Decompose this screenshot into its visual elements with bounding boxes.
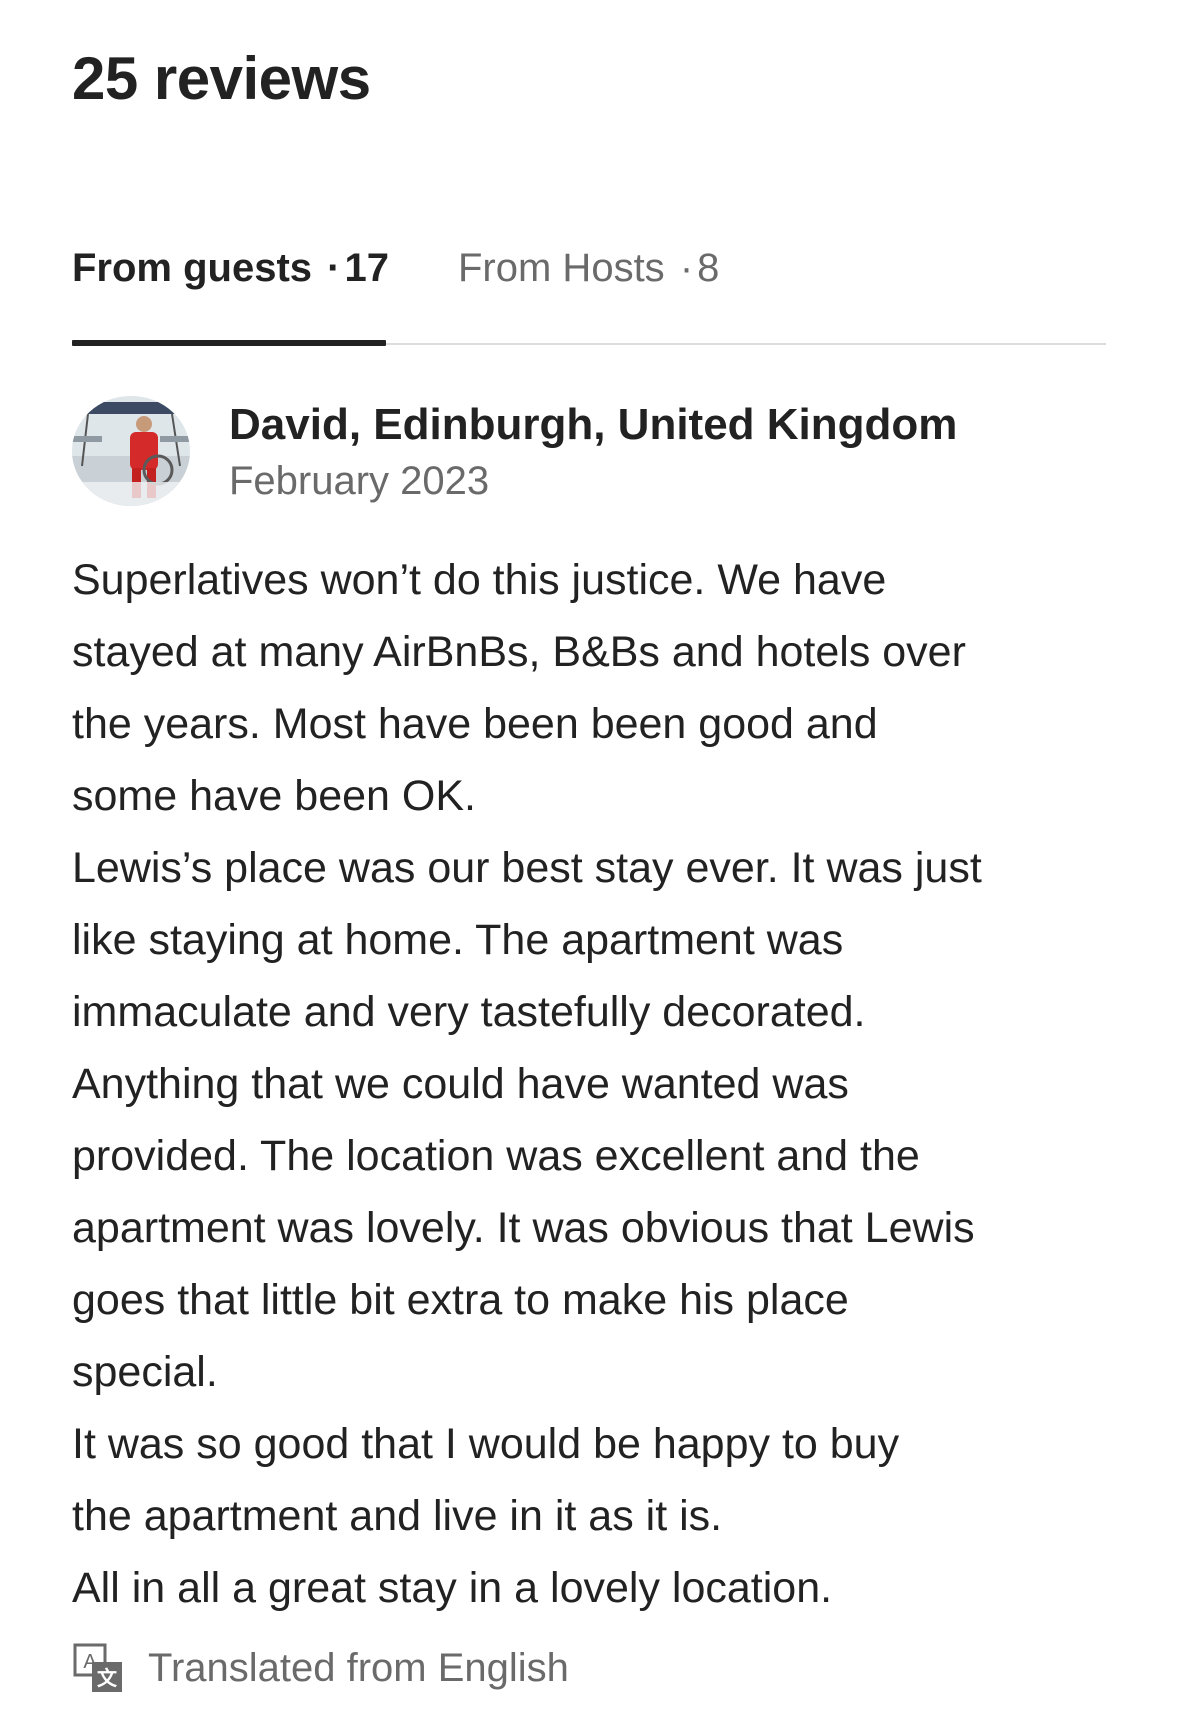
tab-separator: · <box>327 246 341 290</box>
active-tab-indicator <box>72 340 386 346</box>
reviews-page: 25 reviews From guests · 17 From Hosts · 8 <box>0 0 1178 1733</box>
translate-icon: A 文 <box>72 1642 124 1694</box>
review-line: Superlatives won’t do this justice. We h… <box>72 556 887 604</box>
tab-from-guests[interactable]: From guests · 17 <box>72 236 389 300</box>
user-photo-avatar-icon <box>72 396 190 506</box>
review-line: stayed at many AirBnBs, B&Bs and hotels … <box>72 628 966 676</box>
tab-count: 8 <box>697 246 720 290</box>
review-line: It was so good that I would be happy to … <box>72 1420 900 1468</box>
review-line: Lewis’s place was our best stay ever. It… <box>72 844 982 892</box>
tab-label: From Hosts <box>458 246 665 290</box>
review-line: Anything that we could have wanted was <box>72 1060 849 1108</box>
review-text: Superlatives won’t do this justice. We h… <box>72 544 1112 1624</box>
review-line: special. <box>72 1348 218 1396</box>
review-line: apartment was lovely. It was obvious tha… <box>72 1204 975 1252</box>
review-tabs: From guests · 17 From Hosts · 8 <box>72 236 1106 346</box>
reviewer-name: David, Edinburgh, United Kingdom <box>229 400 958 449</box>
page-title: 25 reviews <box>72 45 371 112</box>
review-line: some have been OK. <box>72 772 476 820</box>
avatar[interactable] <box>72 396 190 506</box>
translation-note[interactable]: Translated from English <box>148 1646 569 1691</box>
review-line: All in all a great stay in a lovely loca… <box>72 1564 833 1612</box>
review-line: provided. The location was excellent and… <box>72 1132 920 1180</box>
review-line: the years. Most have been been good and <box>72 700 878 748</box>
review-line: immaculate and very tastefully decorated… <box>72 988 866 1036</box>
tab-count: 17 <box>344 246 390 290</box>
review-date: February 2023 <box>229 459 490 503</box>
review-line: goes that little bit extra to make his p… <box>72 1276 849 1324</box>
tab-label: From guests <box>72 246 313 290</box>
tab-from-hosts[interactable]: From Hosts · 8 <box>458 236 719 300</box>
review-line: like staying at home. The apartment was <box>72 916 844 964</box>
svg-text:文: 文 <box>97 1666 118 1690</box>
tab-separator: · <box>679 246 694 290</box>
translation-notice: A 文 Translated from English <box>72 1640 569 1696</box>
review-line: the apartment and live in it as it is. <box>72 1492 723 1540</box>
review-header: David, Edinburgh, United Kingdom Februar… <box>72 396 1106 516</box>
